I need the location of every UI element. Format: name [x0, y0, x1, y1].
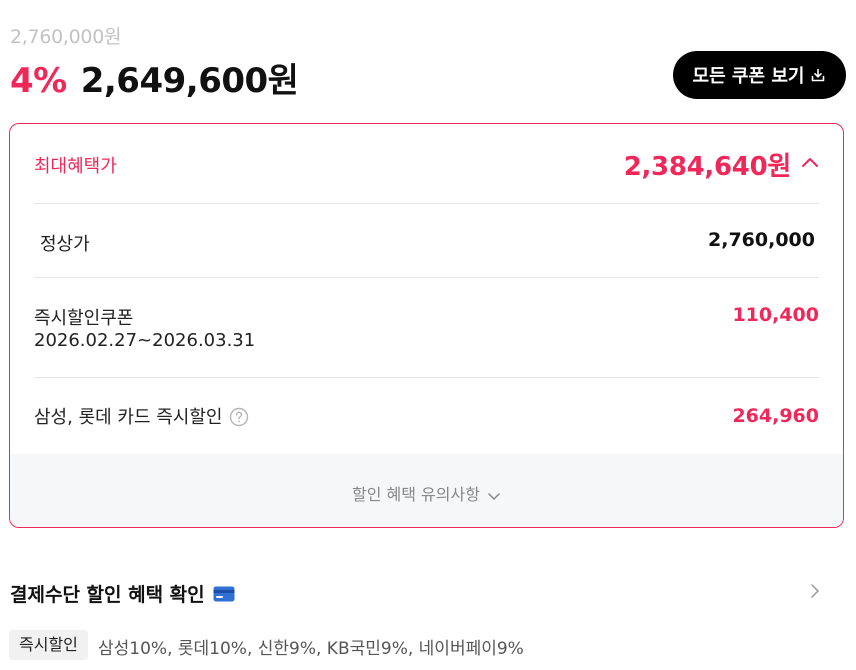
chevron-up-icon[interactable] [801, 154, 819, 176]
divider [34, 277, 819, 278]
max-benefit-amount: 2,384,640원 [623, 152, 792, 182]
discount-notice-label: 할인 혜택 유의사항 [351, 485, 480, 504]
max-benefit-label: 최대혜택가 [34, 156, 117, 177]
payment-benefit-title[interactable]: 결제수단 할인 혜택 확인 [10, 580, 235, 607]
divider [34, 377, 819, 378]
payment-benefit-title-text: 결제수단 할인 혜택 확인 [10, 584, 205, 606]
card-discount-row: 삼성, 롯데 카드 즉시할인 [34, 403, 249, 429]
instant-coupon-period: 2026.02.27~2026.03.31 [34, 330, 256, 351]
help-icon[interactable] [229, 407, 249, 427]
discount-notice-area[interactable]: 할인 혜택 유의사항 [10, 454, 843, 527]
chevron-right-icon[interactable] [807, 583, 823, 603]
benefit-card: 최대혜택가 2,384,640원 정상가 2,760,000 즉시할인쿠폰 20… [9, 123, 844, 528]
card-discount-amount: 264,960 [732, 405, 819, 427]
discount-rate: 4% [10, 61, 67, 101]
instant-discount-tag: 즉시할인 [9, 630, 88, 660]
price-row: 4% 2,649,600원 [10, 53, 299, 102]
view-all-coupons-button[interactable]: 모든 쿠폰 보기 [673, 51, 846, 99]
chevron-down-icon [487, 489, 501, 503]
card-discount-list: 삼성10%, 롯데10%, 신한9%, KB국민9%, 네이버페이9% [98, 639, 524, 659]
instant-coupon-label: 즉시할인쿠폰 [34, 308, 134, 329]
card-discount-label: 삼성, 롯데 카드 즉시할인 [34, 407, 223, 428]
coupon-button-label: 모든 쿠폰 보기 [692, 66, 805, 87]
regular-price-label: 정상가 [40, 234, 90, 255]
divider [34, 203, 819, 204]
original-price: 2,760,000원 [10, 26, 122, 48]
credit-card-icon [213, 586, 235, 602]
instant-coupon-amount: 110,400 [732, 304, 819, 326]
sale-price: 2,649,600원 [80, 61, 299, 101]
max-benefit-header[interactable]: 최대혜택가 2,384,640원 [10, 124, 843, 204]
download-icon [810, 67, 826, 83]
regular-price-amount: 2,760,000 [708, 229, 815, 251]
discount-notice-toggle[interactable]: 할인 혜택 유의사항 [10, 481, 843, 505]
